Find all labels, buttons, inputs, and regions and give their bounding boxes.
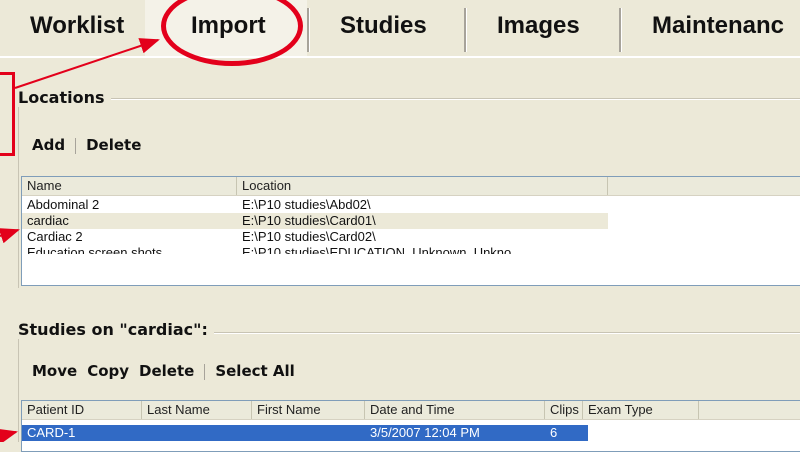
arrow-to-study-row [0,428,18,442]
arrow-to-cardiac-row [0,228,20,244]
arrow-to-import-tab [14,38,160,89]
annotation-arrows [0,38,160,442]
